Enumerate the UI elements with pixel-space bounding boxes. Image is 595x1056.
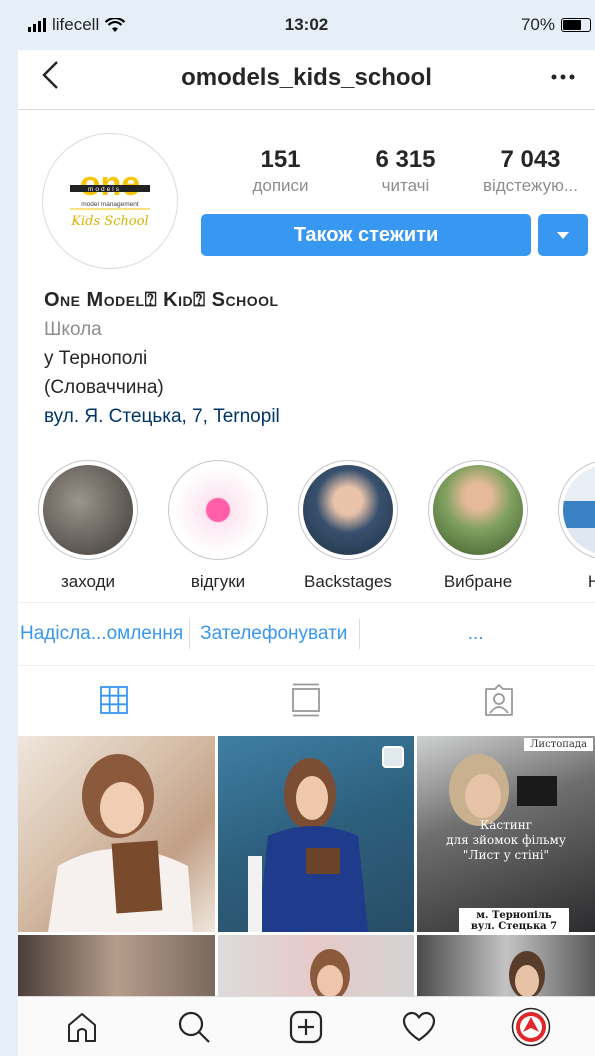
profile-avatar-icon xyxy=(511,1007,551,1046)
profile-bio: One Model⍰ Kid⍰ School Школа у Тернополі… xyxy=(44,286,584,431)
nav-bar: omodels_kids_school xyxy=(18,50,595,110)
clock: 13:02 xyxy=(284,15,329,34)
profile-category: Школа xyxy=(44,319,102,340)
poster-address-line-2: вул. Стецька 7 xyxy=(470,921,558,932)
battery-percent: 70% xyxy=(520,15,555,34)
heart-icon xyxy=(402,1011,435,1041)
tab-tagged[interactable] xyxy=(403,666,595,734)
tagged-icon xyxy=(484,684,513,716)
highlight-label: Backstages xyxy=(304,572,392,591)
highlight-cover xyxy=(563,465,595,555)
grid-icon xyxy=(100,686,129,714)
feed-icon xyxy=(292,683,321,717)
tabbar-search[interactable] xyxy=(169,1002,219,1052)
post-thumbnail[interactable] xyxy=(218,736,414,932)
more-horizontal-icon[interactable] xyxy=(551,60,575,88)
tab-grid[interactable] xyxy=(18,666,210,734)
highlight-label: Вибране xyxy=(443,572,513,591)
call-button[interactable]: Зателефонувати xyxy=(190,619,361,649)
stat-posts-label: дописи xyxy=(252,176,309,195)
highlight-cover xyxy=(43,465,133,555)
home-icon xyxy=(68,1012,97,1042)
highlight-vybrane[interactable]: Вибране xyxy=(428,460,528,592)
poster-address-line-1: м. Тернопіль xyxy=(476,910,552,921)
poster-line-1: Кастинг xyxy=(479,818,533,832)
highlight-novi[interactable]: Нови xyxy=(558,460,595,592)
posts-grid: Листопада Кастинг для зйомок фільму "Лис… xyxy=(18,736,595,1005)
profile-full-name: One Model⍰ Kid⍰ School xyxy=(44,289,279,311)
more-contacts-button[interactable]: ... xyxy=(360,619,595,649)
logo-tagline: Kids School xyxy=(70,214,148,229)
stat-following[interactable]: 7 043 відстежую... xyxy=(468,146,593,196)
send-message-button[interactable]: Надісла...омлення xyxy=(18,619,191,649)
highlight-label: Нови xyxy=(587,572,595,591)
highlight-cover xyxy=(173,465,263,555)
highlight-zakhody[interactable]: заходи xyxy=(38,460,138,592)
caret-down-icon xyxy=(557,231,569,239)
poster-address: м. Тернопіль вул. Стецька 7 xyxy=(459,908,569,932)
highlight-label: відгуки xyxy=(190,572,246,591)
search-icon xyxy=(179,1011,211,1043)
post-thumbnail[interactable] xyxy=(18,935,215,1005)
highlight-vidhuky[interactable]: відгуки xyxy=(168,460,268,592)
bio-line-2: (Словаччина) xyxy=(44,377,164,398)
profile-tabs xyxy=(18,666,595,734)
highlight-cover xyxy=(303,465,393,555)
stat-posts-value: 151 xyxy=(260,146,301,173)
tabbar-profile[interactable] xyxy=(506,1002,556,1052)
plus-square-icon xyxy=(290,1010,323,1043)
poster-line-3: "Лист у стіні" xyxy=(462,848,550,862)
contact-buttons-row: Надісла...омлення Зателефонувати ... xyxy=(18,602,595,666)
tabbar-activity[interactable] xyxy=(394,1002,444,1052)
logo-small-text: models xyxy=(88,186,121,193)
highlight-cover xyxy=(433,465,523,555)
suggested-dropdown-button[interactable] xyxy=(538,214,588,256)
post-thumbnail[interactable]: Листопада Кастинг для зйомок фільму "Лис… xyxy=(417,736,595,932)
status-bar: lifecell 13:02 70% xyxy=(18,0,595,50)
poster-date-tag: Листопада xyxy=(524,738,593,751)
follow-button[interactable]: Також стежити xyxy=(201,214,531,256)
bottom-tab-bar xyxy=(18,996,595,1056)
poster-line-2: для зйомок фільму xyxy=(446,833,566,847)
brand-logo: one models model management Kids School xyxy=(70,165,150,229)
battery-icon xyxy=(561,18,591,32)
avatar[interactable]: one models model management Kids School xyxy=(42,133,178,269)
bio-line-1: у Тернополі xyxy=(44,348,148,369)
stat-followers[interactable]: 6 315 читачі xyxy=(343,146,468,196)
stat-followers-value: 6 315 xyxy=(375,146,436,173)
highlight-label: заходи xyxy=(60,572,116,591)
stat-followers-label: читачі xyxy=(381,176,430,195)
logo-subtitle: model management xyxy=(81,201,139,208)
stat-following-value: 7 043 xyxy=(500,146,561,173)
highlight-backstages[interactable]: Backstages xyxy=(298,460,398,592)
tab-feed[interactable] xyxy=(210,666,402,734)
post-thumbnail[interactable] xyxy=(218,935,414,1005)
address-link[interactable]: вул. Я. Стецька, 7, Ternopil xyxy=(44,402,584,431)
tabbar-new-post[interactable] xyxy=(281,1002,331,1052)
profile-username: omodels_kids_school xyxy=(181,64,432,91)
post-thumbnail[interactable] xyxy=(18,736,215,932)
poster-text: Кастинг для зйомок фільму "Лист у стіні" xyxy=(417,818,595,863)
profile-stats: 151 дописи 6 315 читачі 7 043 відстежую.… xyxy=(218,146,593,196)
multiple-photos-icon xyxy=(382,746,404,768)
post-thumbnail[interactable] xyxy=(417,935,595,1005)
post-photo xyxy=(48,754,193,932)
logo-big-text: one xyxy=(80,165,140,203)
battery-group: 70% xyxy=(521,15,591,35)
stat-following-label: відстежую... xyxy=(482,176,579,195)
stat-posts[interactable]: 151 дописи xyxy=(218,146,343,196)
tabbar-home[interactable] xyxy=(57,1002,107,1052)
app-frame: lifecell 13:02 70% omodels_kids_school o… xyxy=(18,0,595,1056)
story-highlights: заходи відгуки Backstages Вибране Нови xyxy=(38,460,595,592)
